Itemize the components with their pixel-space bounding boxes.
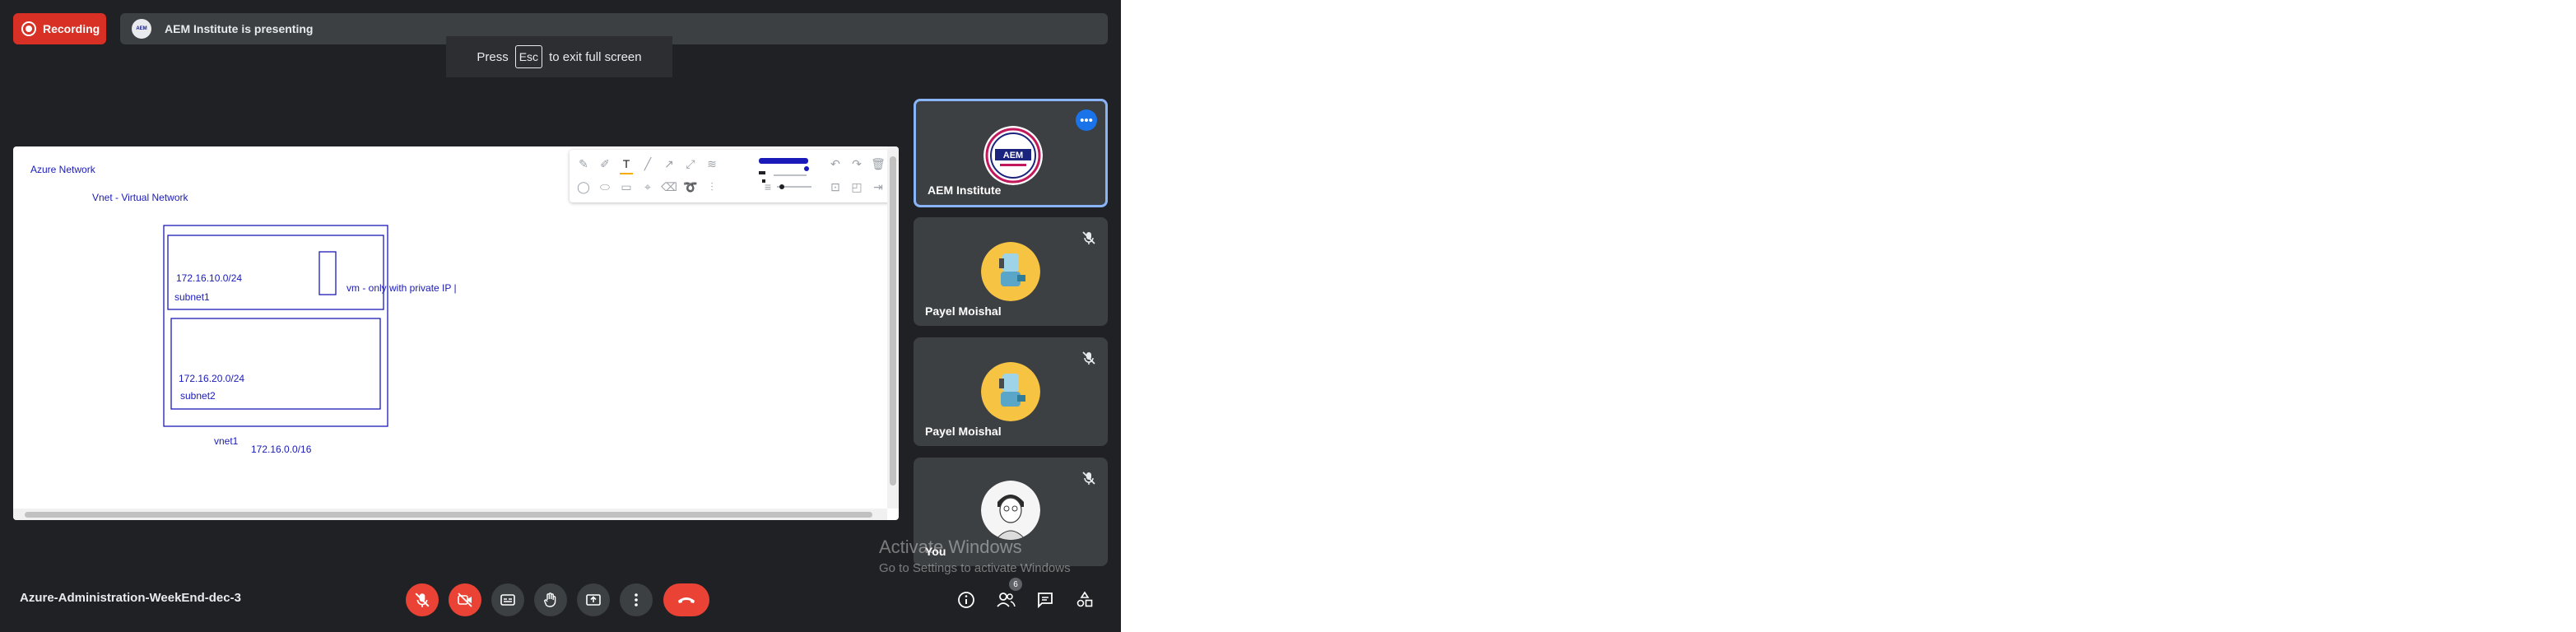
activities-button[interactable] [1072,587,1098,613]
shared-screen: Azure Network Vnet - Virtual Network 172… [13,146,899,520]
mic-off-icon [1082,351,1095,365]
present-icon [586,594,601,606]
subnet2-name: subnet2 [180,390,216,402]
horizontal-scroll-thumb[interactable] [25,512,872,518]
marker-icon[interactable]: ✐ [596,155,614,173]
whiteboard-toolbar: ✎ ✐ T ╱ ↗ ⤢ ≋ ↶ ↷ 🗑 ◯ ⬭ ▭ ⌖ ⌫ ➰ ⫶ ≡ ⊡ ◰ … [570,150,899,202]
double-arrow-icon[interactable]: ⤢ [681,155,700,173]
horizontal-scrollbar[interactable] [13,509,887,520]
subnet1-name: subnet1 [174,291,210,303]
meet-window: Recording AEM AEM Institute is presentin… [0,0,1121,632]
recording-label: Recording [43,22,100,35]
participant-tile[interactable]: AEM ••• AEM Institute [914,99,1108,207]
vm-box [319,251,337,295]
captions-button[interactable] [491,583,524,616]
sticky-note-icon[interactable]: ◰ [848,178,866,196]
vnet-title: Vnet - Virtual Network [92,192,188,203]
sketch-avatar [981,481,1040,540]
watermark-subtitle: Go to Settings to activate Windows [879,561,1071,575]
circle-icon[interactable]: ◯ [574,178,593,196]
vm-note: vm - only with private IP | [346,282,457,294]
select-icon[interactable]: ⌖ [639,178,657,196]
eraser-icon[interactable]: ⌫ [660,178,678,196]
highlighter-icon[interactable]: ≋ [703,155,721,173]
cartoon-avatar [981,362,1040,421]
people-count-badge: 6 [1009,578,1022,591]
mic-off-icon [1082,472,1095,485]
camera-toggle-button[interactable] [449,583,481,616]
end-call-icon [678,597,695,603]
watermark-title: Activate Windows [879,537,1022,557]
record-icon [21,21,36,36]
participant-tile[interactable]: Payel Moishal [914,217,1108,326]
camera-off-icon [458,592,472,607]
raise-hand-button[interactable] [534,583,567,616]
exit-icon[interactable]: ⇥ [869,178,887,196]
mic-toggle-button[interactable] [406,583,439,616]
more-options-icon [635,593,638,606]
meeting-title: Azure-Administration-WeekEnd-dec-3 [20,591,241,605]
windows-activation-watermark: Activate Windows Go to Settings to activ… [879,537,1071,575]
image-icon[interactable]: ⊡ [826,178,844,196]
vnet-name: vnet1 [214,435,239,447]
participant-name: Payel Moishal [925,425,1002,438]
stroke-width-slider[interactable] [777,184,811,189]
undo-icon[interactable]: ↶ [826,155,844,173]
captions-icon [500,594,515,606]
people-icon [997,592,1016,607]
mic-off-icon [415,592,430,607]
chat-icon [1038,592,1053,609]
recording-indicator[interactable]: Recording [13,13,106,44]
vertical-scroll-thumb[interactable] [890,156,896,486]
rectangle-icon[interactable]: ▭ [617,178,635,196]
mic-off-icon [1082,231,1095,244]
delete-icon[interactable]: 🗑 [869,155,887,173]
stroke-width-icon[interactable]: ≡ [759,178,777,196]
line-icon[interactable]: ╱ [639,155,657,173]
subnet1-cidr: 172.16.10.0/24 [176,272,242,284]
info-icon [958,592,974,608]
lasso-icon[interactable]: ➰ [681,178,700,196]
board-title: Azure Network [30,164,96,175]
end-call-button[interactable] [663,583,709,616]
presenter-avatar: AEM [132,19,151,39]
chat-button[interactable] [1032,587,1058,613]
toast-suffix: to exit full screen [549,49,642,64]
ellipse-icon[interactable]: ⬭ [596,178,614,196]
esc-key: Esc [514,45,543,68]
meeting-details-button[interactable] [953,587,979,613]
more-options-button[interactable] [620,583,653,616]
redo-icon[interactable]: ↷ [848,155,866,173]
participant-name: AEM Institute [928,184,1002,197]
present-button[interactable] [577,583,610,616]
aem-logo: AEM [983,126,1043,185]
activities-icon [1076,591,1093,607]
pen-icon[interactable]: ✎ [574,155,593,173]
fullscreen-toast: Press Esc to exit full screen [446,36,672,77]
cartoon-avatar [981,242,1040,301]
presenting-text: AEM Institute is presenting [165,22,314,35]
participant-name: Payel Moishal [925,304,1002,318]
more-options-icon[interactable]: ••• [1076,109,1097,131]
participant-tile[interactable]: Payel Moishal [914,337,1108,446]
raise-hand-icon [544,592,556,607]
svg-text:AEM: AEM [1003,151,1023,160]
subnet2-cidr: 172.16.20.0/24 [179,373,244,384]
vertical-scrollbar[interactable] [887,146,899,509]
settings-sliders-icon[interactable]: ⫶ [703,178,721,196]
vnet-cidr: 172.16.0.0/16 [251,444,312,455]
toast-prefix: Press [477,49,509,64]
text-tool-icon[interactable]: T [617,155,635,174]
arrow-icon[interactable]: ↗ [660,155,678,173]
